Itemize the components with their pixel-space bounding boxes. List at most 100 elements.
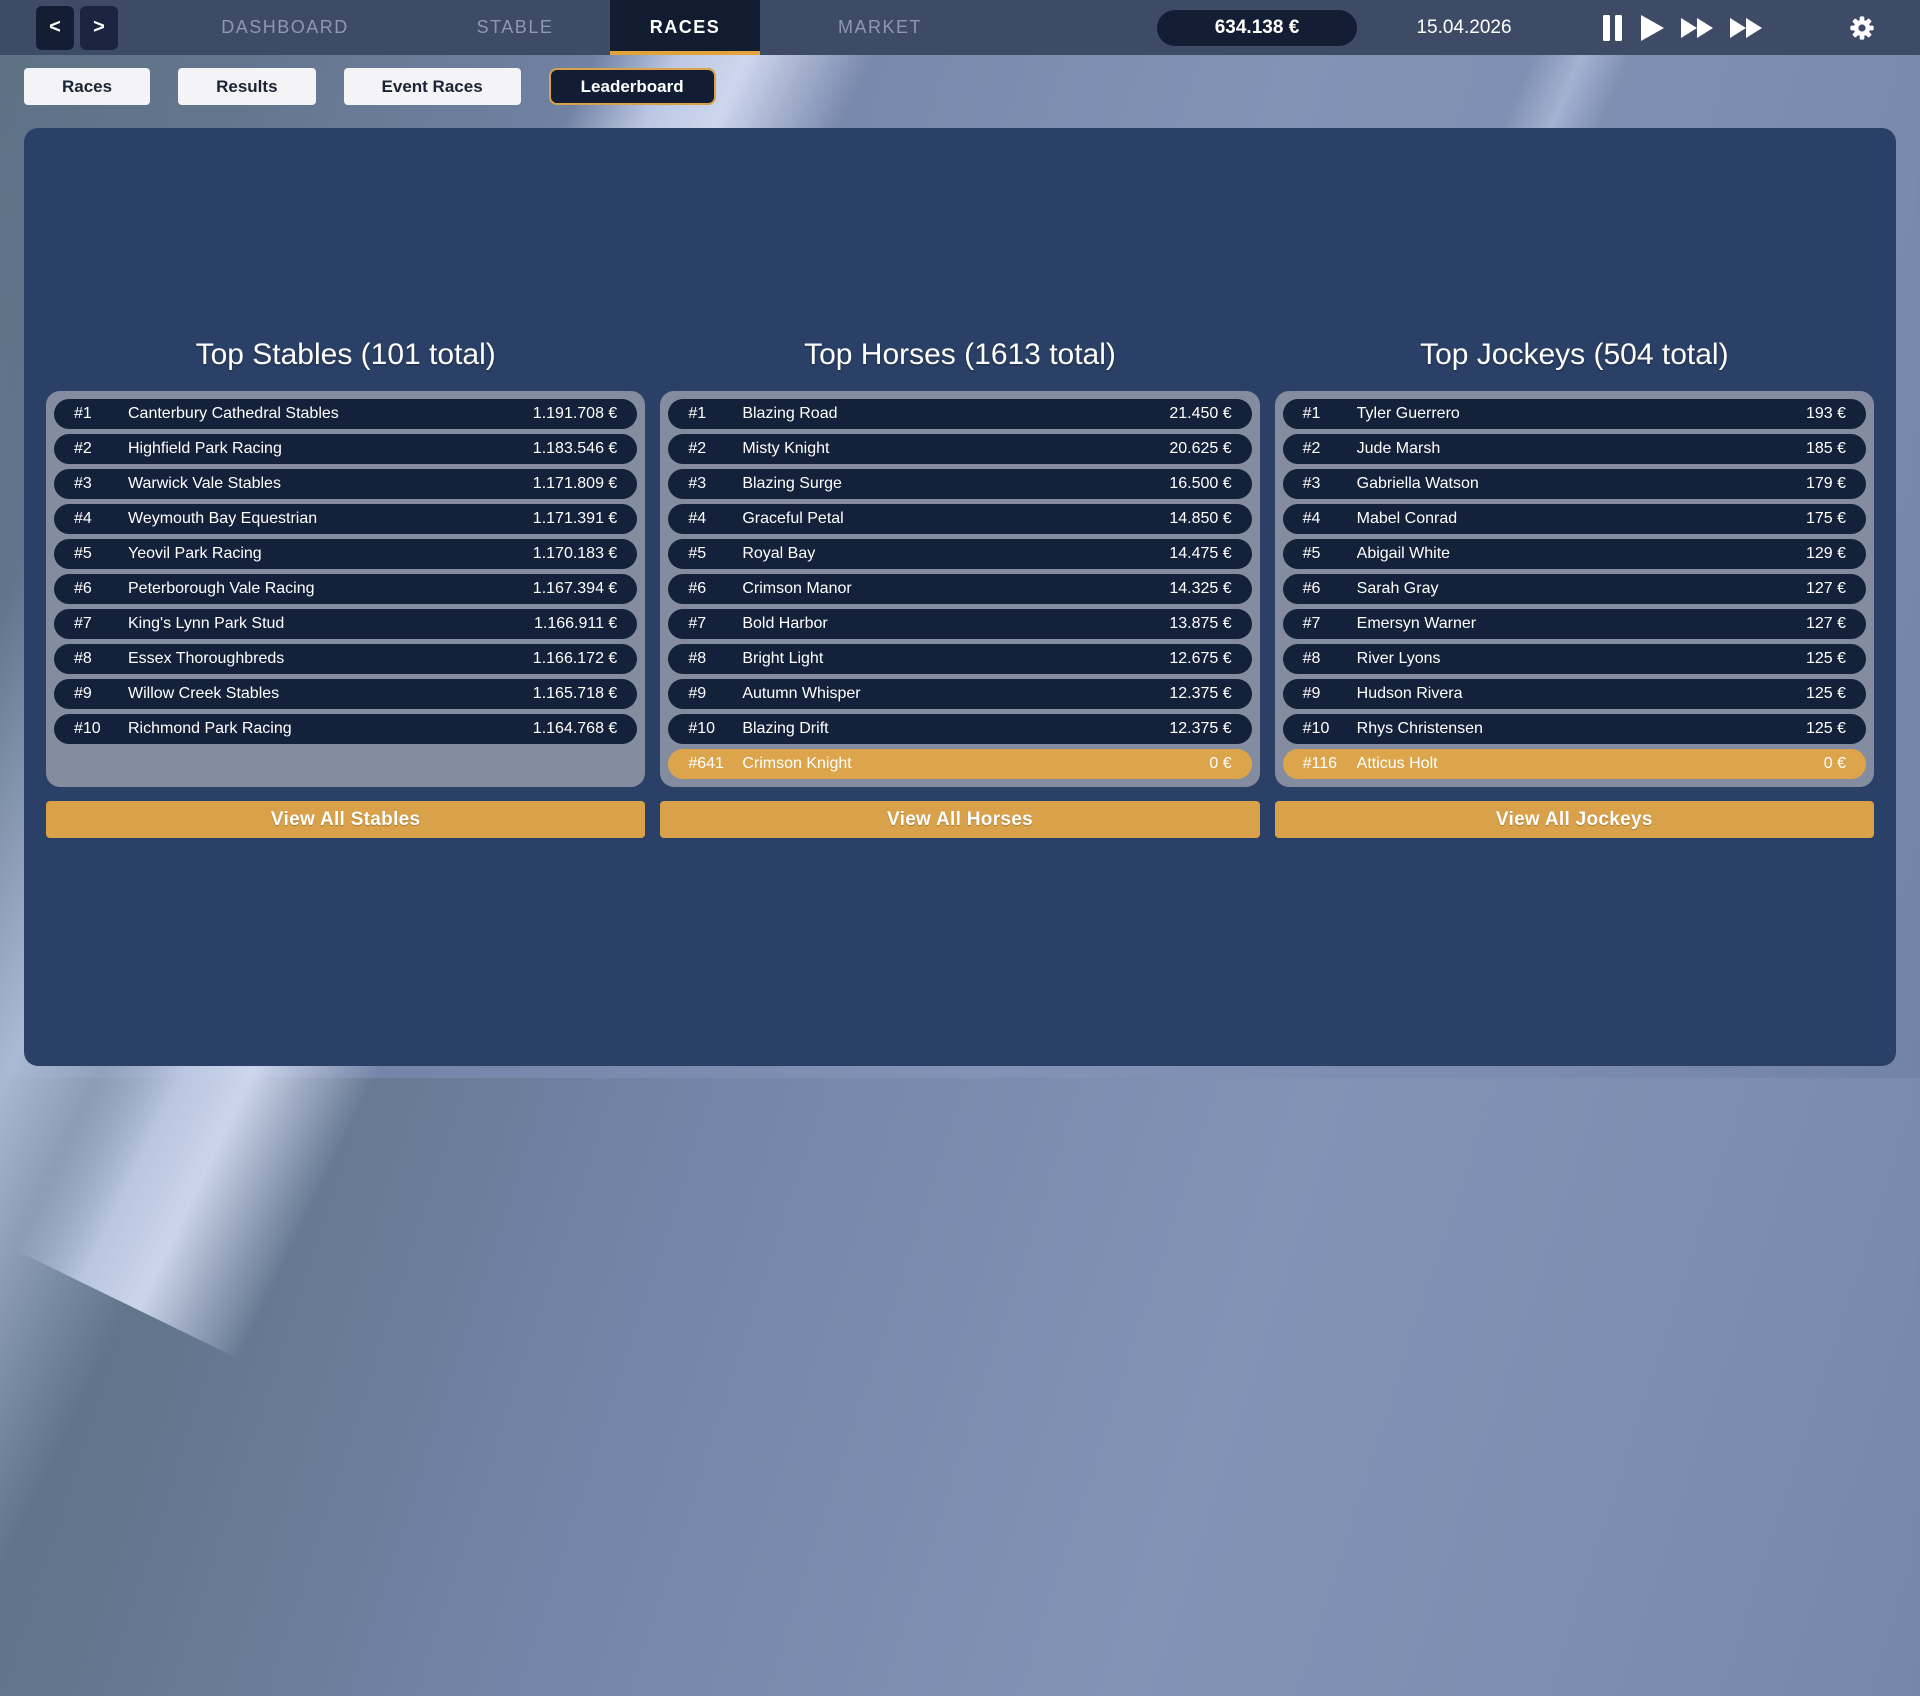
list-item[interactable]: #3Gabriella Watson179 € <box>1283 469 1866 499</box>
list-item[interactable]: #1Tyler Guerrero193 € <box>1283 399 1866 429</box>
list-item[interactable]: #1Canterbury Cathedral Stables1.191.708 … <box>54 399 637 429</box>
entry-value: 13.875 € <box>1169 615 1231 633</box>
top-navigation-bar: < > DASHBOARD STABLE RACES MARKET 634.13… <box>0 0 1920 55</box>
entry-name: Atticus Holt <box>1357 755 1816 773</box>
entry-name: Yeovil Park Racing <box>128 545 525 563</box>
rank-label: #8 <box>688 650 742 668</box>
entry-value: 1.164.768 € <box>533 720 618 738</box>
entry-value: 20.625 € <box>1169 440 1231 458</box>
entry-value: 12.375 € <box>1169 685 1231 703</box>
view-all-stables-button[interactable]: View All Stables <box>46 801 645 838</box>
topbar-right-group: 634.138 € 15.04.2026 <box>1157 10 1920 46</box>
entry-name: Bold Harbor <box>742 615 1161 633</box>
rank-label: #7 <box>1303 615 1357 633</box>
entry-name: Crimson Manor <box>742 580 1161 598</box>
rank-label: #6 <box>74 580 128 598</box>
list-item[interactable]: #2Highfield Park Racing1.183.546 € <box>54 434 637 464</box>
view-all-horses-button[interactable]: View All Horses <box>660 801 1259 838</box>
back-button[interactable]: < <box>36 6 74 50</box>
gear-icon[interactable] <box>1848 14 1876 42</box>
list-item[interactable]: #8Bright Light 12.675 € <box>668 644 1251 674</box>
list-item[interactable]: #7King's Lynn Park Stud1.166.911 € <box>54 609 637 639</box>
entry-value: 16.500 € <box>1169 475 1231 493</box>
entry-value: 0 € <box>1209 755 1231 773</box>
tab-dashboard[interactable]: DASHBOARD <box>150 0 420 55</box>
list-item[interactable]: #2Misty Knight20.625 € <box>668 434 1251 464</box>
list-item[interactable]: #3Warwick Vale Stables1.171.809 € <box>54 469 637 499</box>
list-item[interactable]: #9Hudson Rivera125 € <box>1283 679 1866 709</box>
rank-label: #10 <box>1303 720 1357 738</box>
leaderboard-panel: Top Stables (101 total) #1Canterbury Cat… <box>24 128 1896 1066</box>
list-item[interactable]: #10Richmond Park Racing1.164.768 € <box>54 714 637 744</box>
list-item[interactable]: #641Crimson Knight0 € <box>668 749 1251 779</box>
entry-name: Bright Light <box>742 650 1161 668</box>
list-item[interactable]: #116Atticus Holt0 € <box>1283 749 1866 779</box>
list-item[interactable]: #4Weymouth Bay Equestrian1.171.391 € <box>54 504 637 534</box>
subnav-event-races-button[interactable]: Event Races <box>344 68 521 105</box>
fast-forward-icon[interactable] <box>1680 16 1714 40</box>
list-item[interactable]: #4Mabel Conrad175 € <box>1283 504 1866 534</box>
forward-button[interactable]: > <box>80 6 118 50</box>
entry-name: Peterborough Vale Racing <box>128 580 525 598</box>
entry-name: Willow Creek Stables <box>128 685 525 703</box>
list-item[interactable]: #6Peterborough Vale Racing1.167.394 € <box>54 574 637 604</box>
pause-icon[interactable] <box>1602 14 1624 42</box>
subnav-leaderboard-button[interactable]: Leaderboard <box>549 68 716 105</box>
entry-value: 193 € <box>1806 405 1846 423</box>
list-item[interactable]: #6Crimson Manor14.325 € <box>668 574 1251 604</box>
rank-label: #3 <box>74 475 128 493</box>
entry-value: 1.183.546 € <box>533 440 618 458</box>
subnav-races-button[interactable]: Races <box>24 68 150 105</box>
list-item[interactable]: #5Yeovil Park Racing1.170.183 € <box>54 539 637 569</box>
list-item[interactable]: #2Jude Marsh185 € <box>1283 434 1866 464</box>
list-item[interactable]: #6Sarah Gray127 € <box>1283 574 1866 604</box>
list-item[interactable]: #4Graceful Petal14.850 € <box>668 504 1251 534</box>
top-stables-list: #1Canterbury Cathedral Stables1.191.708 … <box>46 391 645 787</box>
entry-value: 185 € <box>1806 440 1846 458</box>
subnav-results-button[interactable]: Results <box>178 68 315 105</box>
top-stables-column: Top Stables (101 total) #1Canterbury Cat… <box>46 338 645 838</box>
entry-value: 1.166.911 € <box>534 615 617 633</box>
rank-label: #8 <box>74 650 128 668</box>
rank-label: #3 <box>1303 475 1357 493</box>
list-item[interactable]: #5Royal Bay14.475 € <box>668 539 1251 569</box>
top-jockeys-title: Top Jockeys (504 total) <box>1275 338 1874 372</box>
entry-value: 125 € <box>1806 650 1846 668</box>
list-item[interactable]: #1Blazing Road21.450 € <box>668 399 1251 429</box>
rank-label: #4 <box>74 510 128 528</box>
list-item[interactable]: #5Abigail White129 € <box>1283 539 1866 569</box>
list-item[interactable]: #7Bold Harbor13.875 € <box>668 609 1251 639</box>
list-item[interactable]: #8Essex Thoroughbreds1.166.172 € <box>54 644 637 674</box>
entry-name: Sarah Gray <box>1357 580 1798 598</box>
rank-label: #1 <box>1303 405 1357 423</box>
entry-name: Blazing Drift <box>742 720 1161 738</box>
tab-races[interactable]: RACES <box>610 0 760 55</box>
entry-value: 12.675 € <box>1169 650 1231 668</box>
tab-stable[interactable]: STABLE <box>420 0 610 55</box>
rank-label: #5 <box>688 545 742 563</box>
list-item[interactable]: #10Blazing Drift12.375 € <box>668 714 1251 744</box>
rank-label: #5 <box>74 545 128 563</box>
play-icon[interactable] <box>1639 14 1665 42</box>
list-item[interactable]: #8River Lyons125 € <box>1283 644 1866 674</box>
view-all-jockeys-button[interactable]: View All Jockeys <box>1275 801 1874 838</box>
list-item[interactable]: #9Willow Creek Stables1.165.718 € <box>54 679 637 709</box>
rank-label: #9 <box>1303 685 1357 703</box>
game-date: 15.04.2026 <box>1414 17 1514 39</box>
top-horses-list: #1Blazing Road21.450 € #2Misty Knight20.6… <box>660 391 1259 787</box>
fastest-forward-icon[interactable] <box>1729 16 1763 40</box>
rank-label: #5 <box>1303 545 1357 563</box>
tab-market[interactable]: MARKET <box>760 0 1000 55</box>
entry-value: 1.166.172 € <box>533 650 618 668</box>
entry-value: 14.325 € <box>1169 580 1231 598</box>
list-item[interactable]: #3Blazing Surge16.500 € <box>668 469 1251 499</box>
entry-value: 175 € <box>1806 510 1846 528</box>
entry-name: Autumn Whisper <box>742 685 1161 703</box>
list-item[interactable]: #9Autumn Whisper12.375 € <box>668 679 1251 709</box>
entry-name: Emersyn Warner <box>1357 615 1798 633</box>
list-item[interactable]: #10Rhys Christensen125 € <box>1283 714 1866 744</box>
list-item[interactable]: #7Emersyn Warner127 € <box>1283 609 1866 639</box>
rank-label: #6 <box>1303 580 1357 598</box>
balance-display: 634.138 € <box>1157 10 1357 46</box>
history-nav: < > <box>36 6 118 50</box>
